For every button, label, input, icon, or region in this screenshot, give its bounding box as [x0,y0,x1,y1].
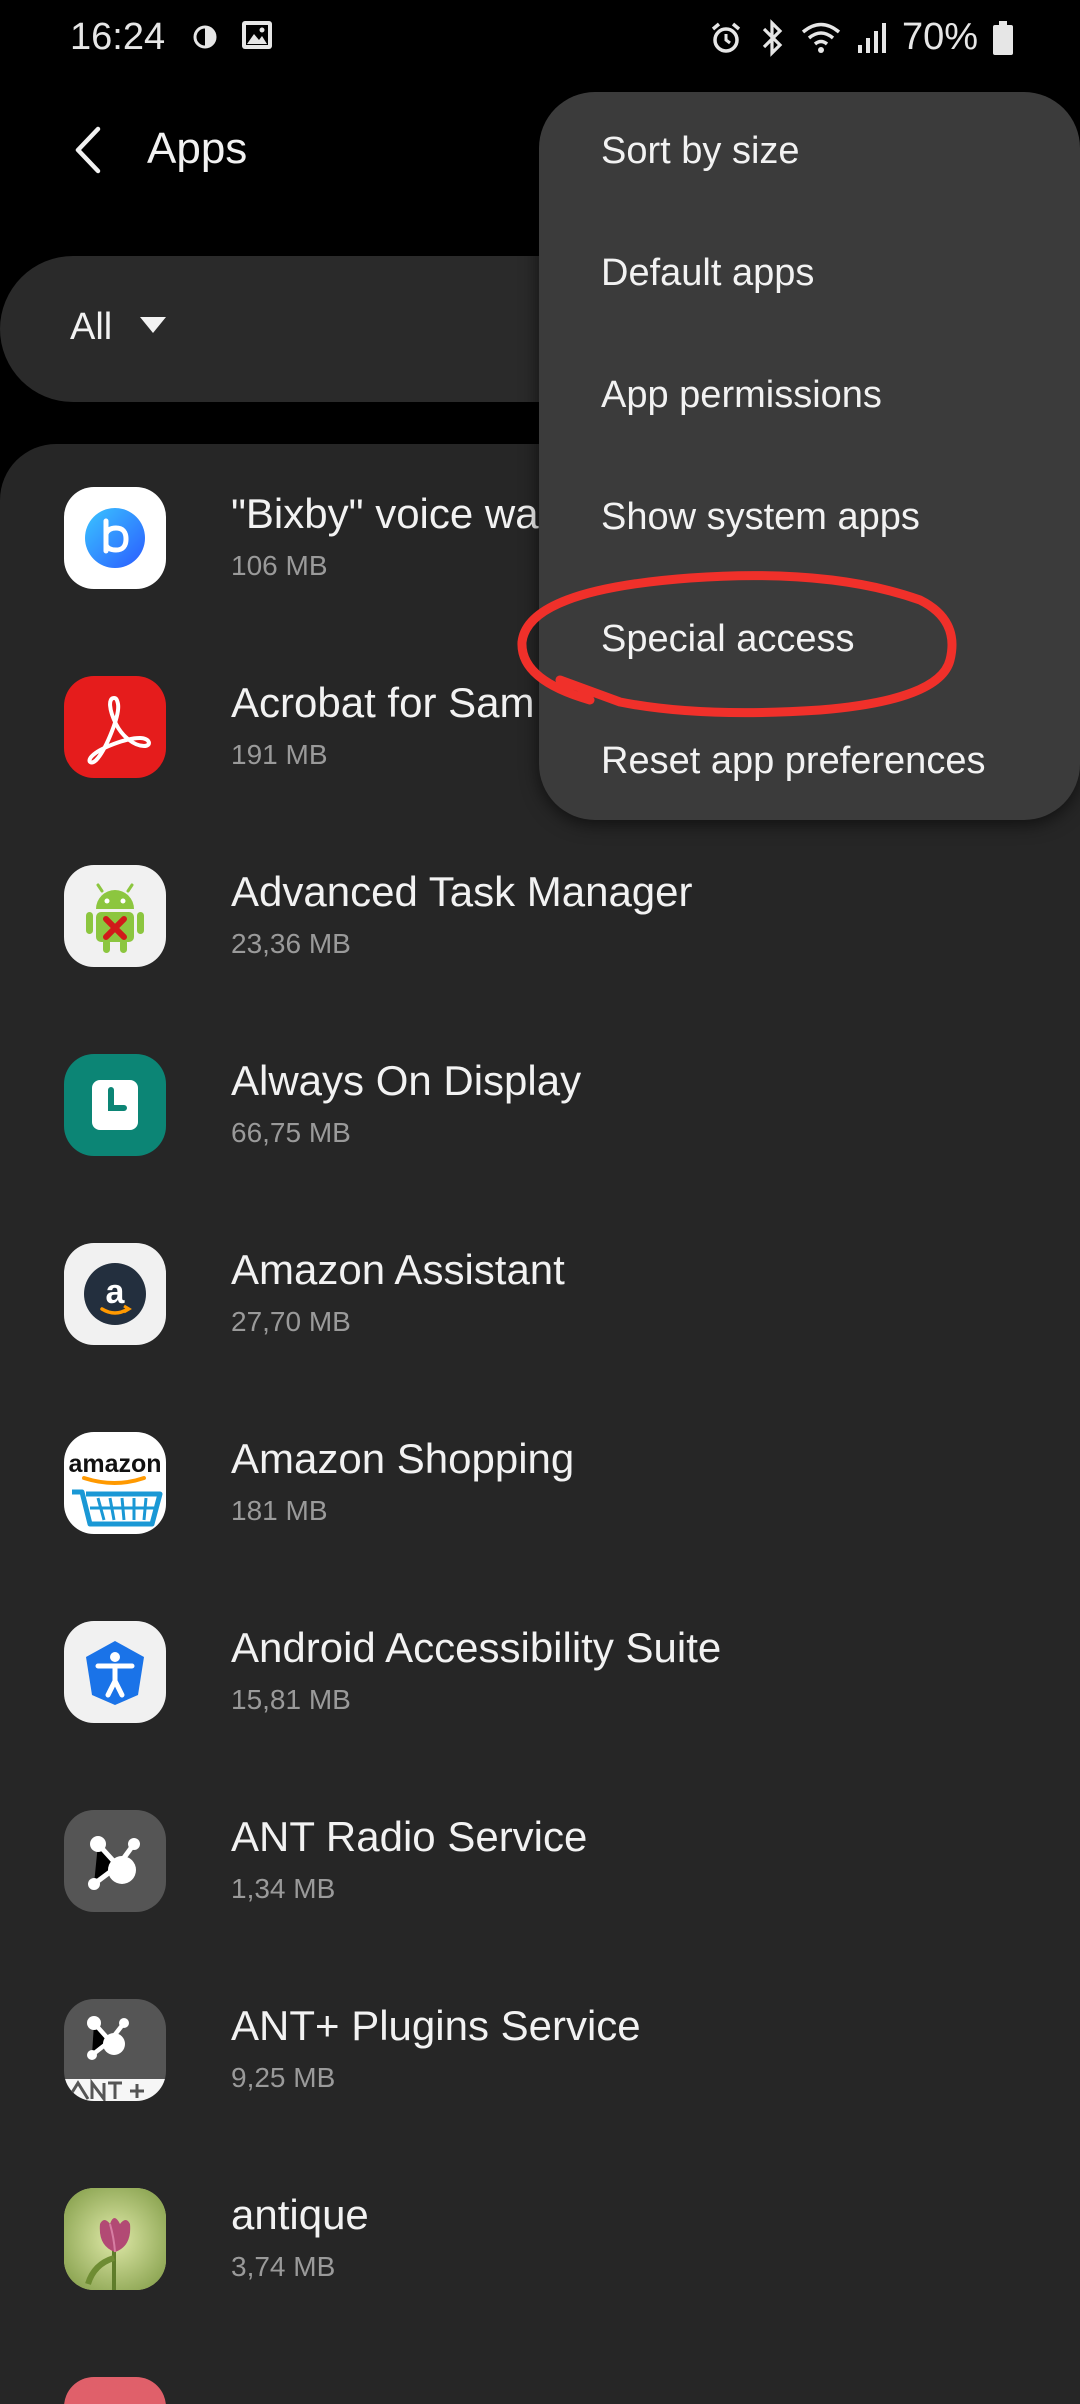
battery-icon [992,20,1014,56]
accessibility-icon [64,1621,166,1723]
page-title: Apps [147,124,248,173]
app-size: 3,74 MB [231,2251,336,2282]
app-size: 66,75 MB [231,1117,351,1148]
dropdown-triangle-icon [138,314,168,341]
back-arrow-icon [70,125,106,180]
app-size: 27,70 MB [231,1306,351,1337]
list-item-always-on-display[interactable]: Always On Display 66,75 MB [0,1011,1080,1200]
list-item-partial[interactable] [0,2334,1080,2404]
list-item-ant-radio-service[interactable]: ANT Radio Service 1,34 MB [0,1767,1080,1956]
menu-item-show-system-apps[interactable]: Show system apps [601,496,920,539]
list-item-advanced-task-manager[interactable]: Advanced Task Manager 23,36 MB [0,822,1080,1011]
clock-icon [64,1054,166,1156]
overflow-menu: Sort by size Default apps App permission… [539,92,1080,820]
app-size: 106 MB [231,550,328,581]
app-name: Amazon Assistant [231,1246,565,1293]
app-name: Always On Display [231,1057,582,1104]
app-name: antique [231,2191,369,2238]
menu-item-special-access[interactable]: Special access [601,618,854,661]
svg-text:a: a [106,1273,126,1311]
ant-radio-icon [64,1810,166,1912]
amazon-assistant-icon: a [64,1243,166,1345]
bixby-icon [64,487,166,589]
app-name: Android Accessibility Suite [231,1624,722,1671]
signal-icon [856,21,888,55]
app-size: 191 MB [231,739,328,770]
status-left-icons [190,18,274,62]
app-name: Amazon Shopping [231,1435,575,1482]
filter-dropdown[interactable]: All [70,306,168,349]
image-icon [240,18,274,62]
app-size: 9,25 MB [231,2062,336,2093]
ant-plugins-icon [64,1999,166,2101]
app-name: ANT Radio Service [231,1813,588,1860]
menu-item-reset-app-preferences[interactable]: Reset app preferences [601,740,985,783]
status-right: 70% [708,16,1014,59]
status-time: 16:24 [70,16,166,58]
acrobat-icon [64,676,166,778]
list-item-amazon-shopping[interactable]: amazon Amazon Shopping 181 MB [0,1389,1080,1578]
battery-percent: 70% [901,16,978,58]
app-name: "Bixby" voice wa [231,490,539,537]
list-item-antique[interactable]: antique 3,74 MB [0,2145,1080,2334]
list-item-ant-plus-plugins-service[interactable]: ANT+ Plugins Service 9,25 MB [0,1956,1080,2145]
brightness-icon [190,19,220,62]
app-name: Acrobat for Sam [231,679,535,726]
app-name: ANT+ Plugins Service [231,2002,641,2049]
app-size: 1,34 MB [231,1873,336,1904]
bluetooth-icon [758,18,786,57]
android-robot-icon [64,865,166,967]
svg-text:amazon: amazon [68,1450,161,1478]
app-size: 181 MB [231,1495,328,1526]
list-item-amazon-assistant[interactable]: a Amazon Assistant 27,70 MB [0,1200,1080,1389]
amazon-shopping-icon: amazon [64,1432,166,1534]
menu-item-default-apps[interactable]: Default apps [601,252,814,295]
app-name: Advanced Task Manager [231,868,693,915]
app-size: 23,36 MB [231,928,351,959]
status-bar: 16:24 70% [0,0,1080,80]
app-size: 15,81 MB [231,1684,351,1715]
back-button[interactable] [58,122,118,182]
menu-item-sort-by-size[interactable]: Sort by size [601,130,800,173]
alarm-icon [708,20,744,56]
tulip-icon [64,2188,166,2290]
filter-selected-label: All [70,306,113,348]
menu-item-app-permissions[interactable]: App permissions [601,374,882,417]
list-item-android-accessibility-suite[interactable]: Android Accessibility Suite 15,81 MB [0,1578,1080,1767]
wifi-icon [800,20,842,56]
